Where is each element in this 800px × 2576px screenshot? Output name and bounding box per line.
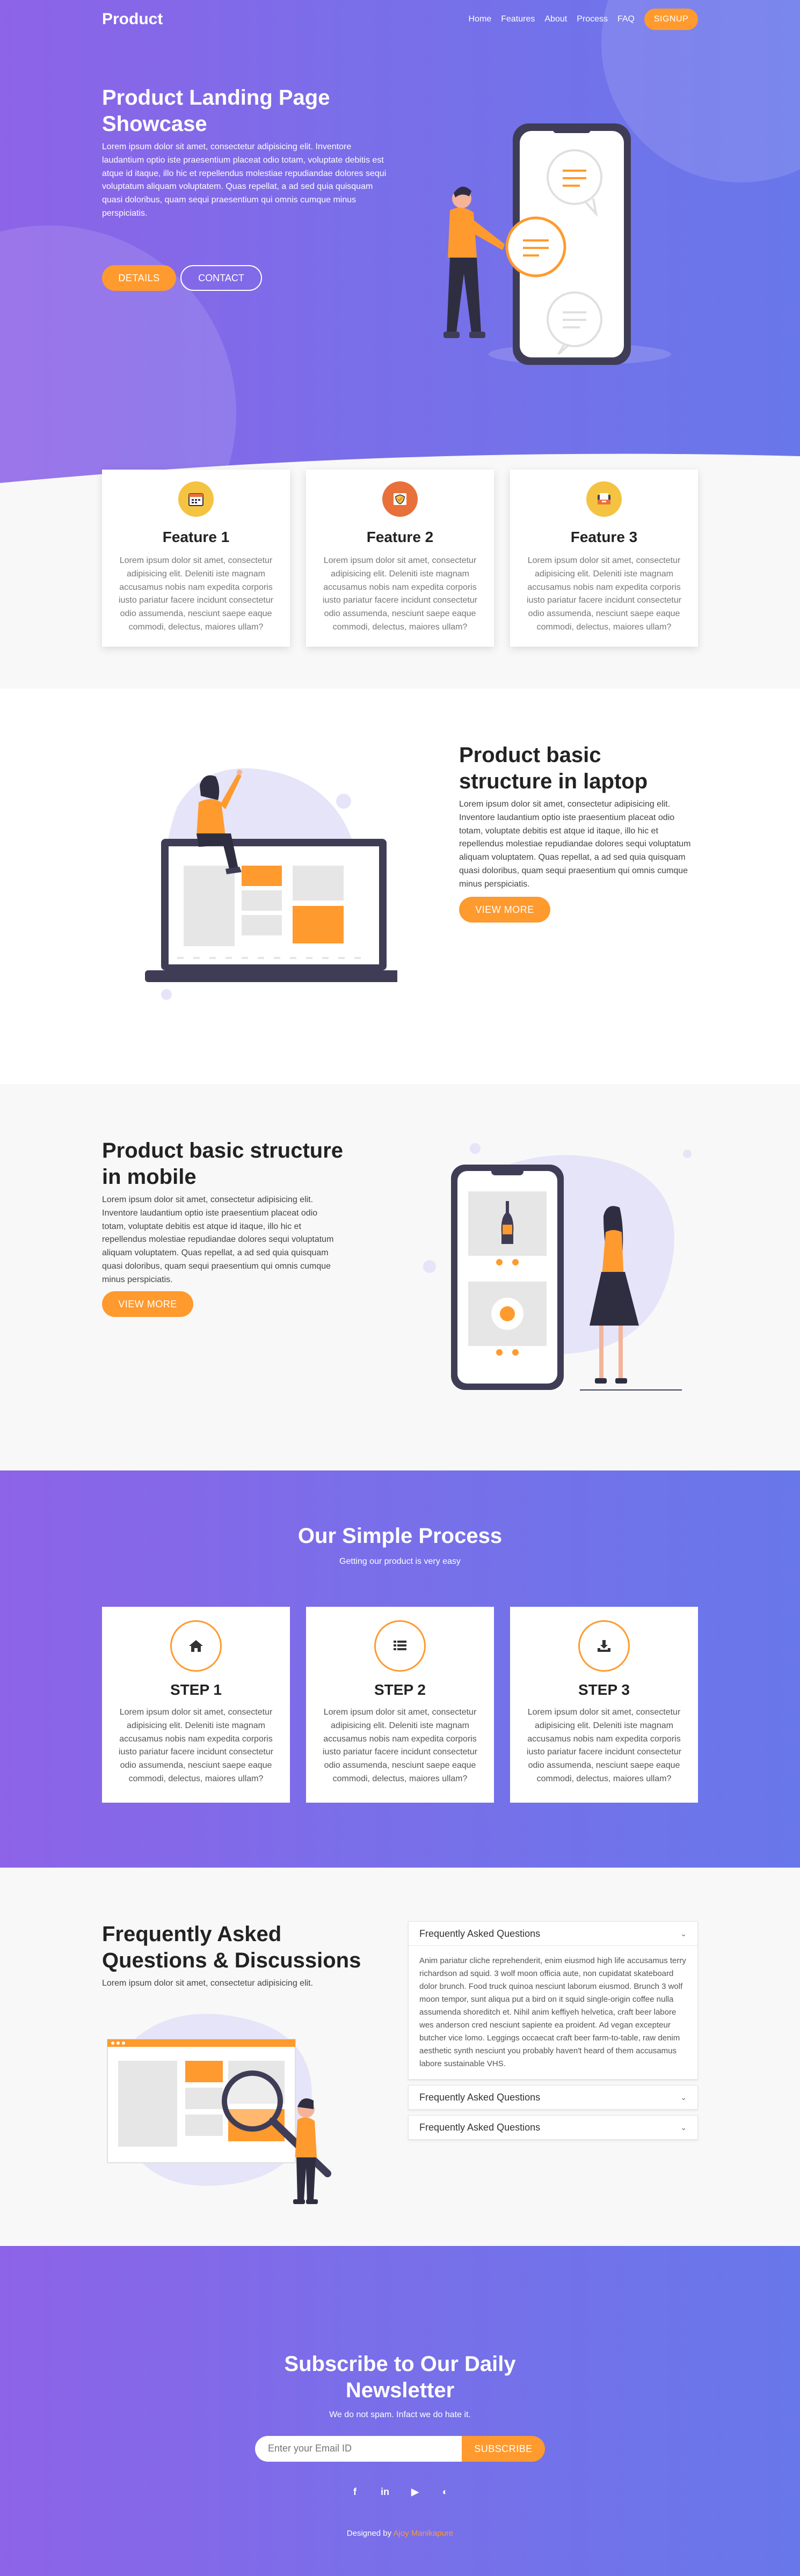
home-icon [170, 1620, 222, 1672]
mobile-section: Product basic structure in mobile Lorem … [0, 1084, 800, 1470]
feature-cards: Feature 1 Lorem ipsum dolor sit amet, co… [102, 470, 698, 647]
feature-card: Feature 2 Lorem ipsum dolor sit amet, co… [306, 470, 494, 647]
step-title: STEP 3 [578, 1681, 630, 1698]
brand-logo[interactable]: Product [102, 10, 163, 28]
faq-illustration [107, 2014, 331, 2204]
faq-section: Frequently Asked Questions & Discussions… [0, 1868, 800, 2246]
process-title: Our Simple Process [297, 1524, 503, 1548]
feature-text: Lorem ipsum dolor sit amet, consectetur … [526, 556, 682, 632]
phone-illustration [443, 123, 671, 365]
faq-item: Frequently Asked Questions ⌄ [408, 2115, 698, 2140]
nav-home[interactable]: Home [469, 14, 492, 24]
details-button[interactable]: DETAILS [102, 265, 176, 291]
hero-buttons: DETAILS CONTACT [102, 265, 262, 291]
credit-author-link[interactable]: Ajoy Manikapure [394, 2529, 454, 2538]
feature-title: Feature 1 [162, 529, 230, 545]
nav-process[interactable]: Process [577, 14, 608, 24]
nav-faq[interactable]: FAQ [617, 14, 635, 24]
hero-text: Lorem ipsum dolor sit amet, consectetur … [102, 142, 387, 218]
faq-question[interactable]: Frequently Asked Questions ⌄ [409, 2116, 697, 2139]
nav-about[interactable]: About [544, 14, 567, 24]
subscribe-button[interactable]: SUBSCRIBE [462, 2435, 545, 2462]
youtube-icon[interactable]: ▶ [409, 2486, 421, 2498]
faq-question[interactable]: Frequently Asked Questions ⌄ [409, 1922, 697, 1945]
subscribe-title: Subscribe to Our Daily Newsletter [284, 2352, 516, 2402]
nav-links: Home Features About Process FAQ SIGNUP [469, 9, 698, 30]
chevron-down-icon: ⌄ [680, 2092, 687, 2102]
mobile-title: Product basic structure in mobile [102, 1139, 344, 1189]
list-icon [374, 1620, 426, 1672]
faq-title: Frequently Asked Questions & Discussions [102, 1922, 361, 1972]
step-text: Lorem ipsum dolor sit amet, consectetur … [526, 1708, 682, 1783]
feature-text: Lorem ipsum dolor sit amet, consectetur … [322, 556, 478, 632]
faq-question-label: Frequently Asked Questions [419, 2091, 541, 2103]
feature-card: Feature 1 Lorem ipsum dolor sit amet, co… [102, 470, 290, 647]
credit-prefix: Designed by [346, 2528, 392, 2538]
hero-section: Product Home Features About Process FAQ … [0, 0, 800, 499]
hero-title: Product Landing Page Showcase [102, 86, 330, 136]
mobile-text: Lorem ipsum dolor sit amet, consectetur … [102, 1195, 334, 1284]
laptop-title: Product basic structure in laptop [459, 743, 648, 793]
feature-text: Lorem ipsum dolor sit amet, consectetur … [118, 556, 274, 632]
step-card: STEP 3 Lorem ipsum dolor sit amet, conse… [510, 1607, 698, 1803]
signup-button[interactable]: SIGNUP [644, 9, 698, 30]
faq-question-label: Frequently Asked Questions [419, 2121, 541, 2133]
step-card: STEP 1 Lorem ipsum dolor sit amet, conse… [102, 1607, 290, 1803]
process-subtitle: Getting our product is very easy [339, 1557, 461, 1566]
footer-credit: Designed by Ajoy Manikapure [0, 2529, 800, 2538]
faq-question[interactable]: Frequently Asked Questions ⌄ [409, 2085, 697, 2109]
social-links: f in ▶ ◐ [0, 2486, 800, 2498]
step-title: STEP 2 [374, 1681, 426, 1698]
subscribe-form: SUBSCRIBE [0, 2435, 800, 2462]
laptop-section: Product basic structure in laptop Lorem … [0, 689, 800, 1084]
faq-item: Frequently Asked Questions ⌄ Anim pariat… [408, 1921, 698, 2080]
faq-text: Lorem ipsum dolor sit amet, consectetur … [102, 1979, 314, 1988]
subscribe-subtitle: We do not spam. Infact we do hate it. [329, 2410, 471, 2419]
faq-item: Frequently Asked Questions ⌄ [408, 2085, 698, 2110]
chevron-down-icon: ⌄ [680, 1929, 687, 1938]
email-input[interactable] [255, 2435, 462, 2462]
step-text: Lorem ipsum dolor sit amet, consectetur … [118, 1708, 274, 1783]
dribbble-icon[interactable]: ◐ [439, 2486, 451, 2498]
laptop-text: Lorem ipsum dolor sit amet, consectetur … [459, 800, 691, 889]
mobile-view-more-button[interactable]: VIEW MORE [102, 1291, 193, 1317]
feature-card: Feature 3 Lorem ipsum dolor sit amet, co… [510, 470, 698, 647]
laptop-illustration [145, 768, 397, 1000]
shield-icon [382, 481, 418, 517]
calendar-icon [178, 481, 214, 517]
inbox-icon [586, 481, 622, 517]
faq-question-label: Frequently Asked Questions [419, 1928, 541, 1939]
download-icon [578, 1620, 630, 1672]
linkedin-icon[interactable]: in [379, 2486, 391, 2498]
process-section: Our Simple Process Getting our product i… [0, 1470, 800, 1868]
step-card: STEP 2 Lorem ipsum dolor sit amet, conse… [306, 1607, 494, 1803]
step-text: Lorem ipsum dolor sit amet, consectetur … [322, 1708, 478, 1783]
features-section: Feature 1 Lorem ipsum dolor sit amet, co… [0, 470, 800, 689]
laptop-view-more-button[interactable]: VIEW MORE [459, 897, 550, 923]
chevron-down-icon: ⌄ [680, 2123, 687, 2132]
feature-title: Feature 3 [570, 529, 638, 545]
facebook-icon[interactable]: f [349, 2486, 361, 2498]
subscribe-section: Subscribe to Our Daily Newsletter We do … [0, 2246, 800, 2576]
navbar: Product Home Features About Process FAQ … [102, 0, 698, 39]
nav-features[interactable]: Features [501, 14, 535, 24]
faq-answer: Anim pariatur cliche reprehenderit, enim… [409, 1945, 697, 2079]
feature-title: Feature 2 [366, 529, 434, 545]
faq-accordion: Frequently Asked Questions ⌄ Anim pariat… [408, 1921, 698, 2145]
mobile-illustration [423, 1143, 692, 1391]
process-cards: STEP 1 Lorem ipsum dolor sit amet, conse… [102, 1607, 698, 1803]
step-title: STEP 1 [170, 1681, 222, 1698]
contact-button[interactable]: CONTACT [180, 265, 262, 291]
